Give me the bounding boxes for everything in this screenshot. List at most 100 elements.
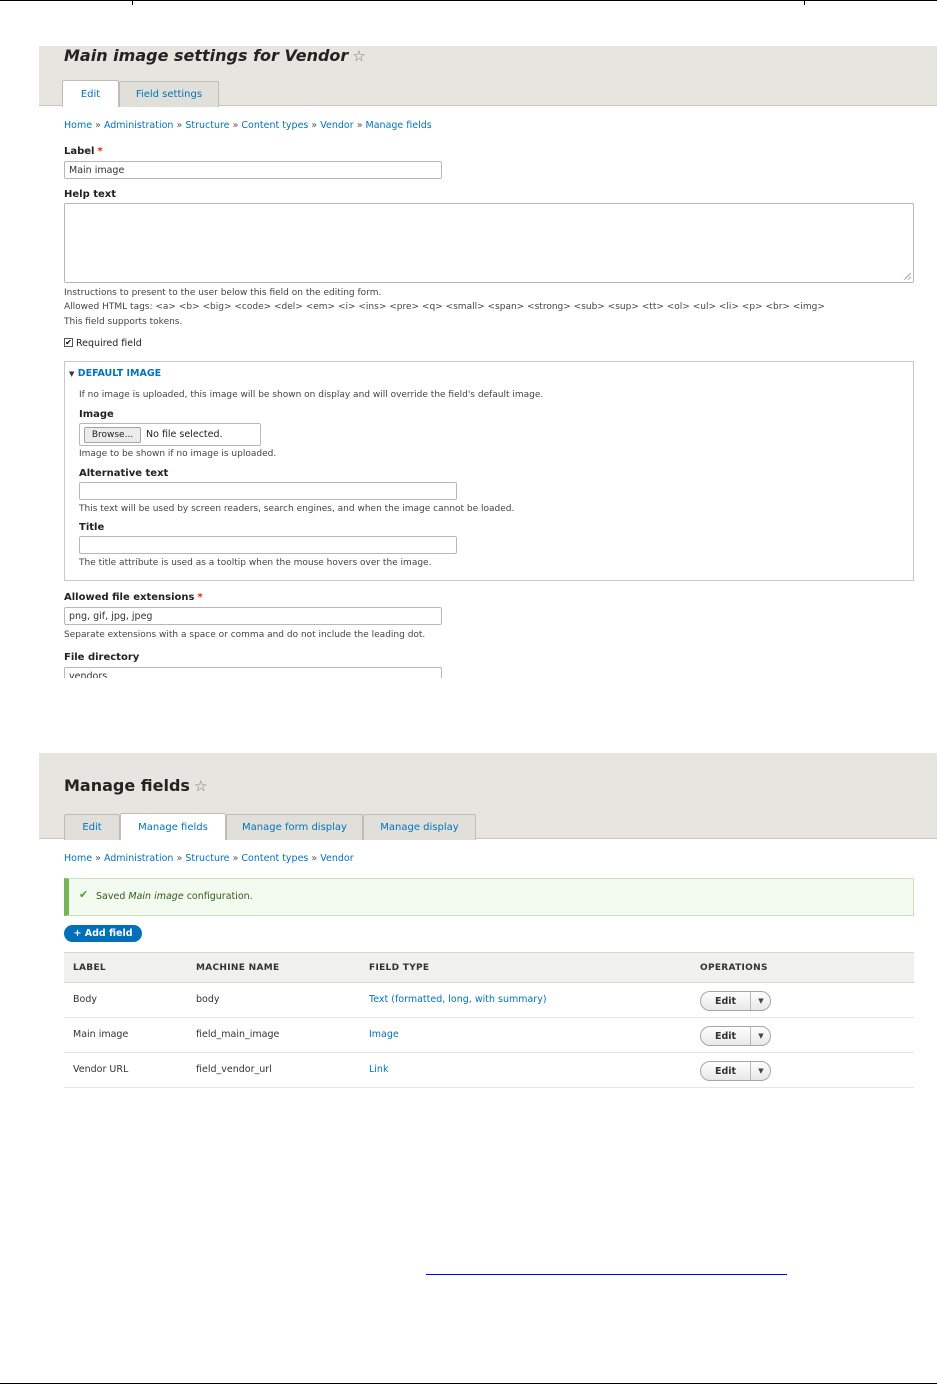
operations-dropbutton: Edit ▼ xyxy=(700,1026,771,1046)
field-machine-name: body xyxy=(196,994,220,1005)
title-prefix: Main image settings for xyxy=(64,46,285,65)
chevron-down-icon[interactable]: ▼ xyxy=(752,992,770,1010)
table-header: LABEL MACHINE NAME FIELD TYPE OPERATIONS xyxy=(64,952,914,983)
breadcrumb-home[interactable]: Home xyxy=(64,120,92,131)
page-header: Main image settings for Vendor ☆ Edit Fie… xyxy=(39,46,937,107)
page-title: Manage fields ☆ xyxy=(64,776,207,795)
page-title-text: Manage fields xyxy=(64,776,190,795)
alt-text-description: This text will be used by screen readers… xyxy=(79,504,515,514)
breadcrumb-home[interactable]: Home xyxy=(64,853,92,864)
required-label: Required field xyxy=(76,338,142,349)
breadcrumb-administration[interactable]: Administration xyxy=(104,853,174,864)
table-row: Main image field_main_image Image Edit ▼ xyxy=(64,1018,914,1053)
breadcrumb-vendor[interactable]: Vendor xyxy=(320,120,353,131)
image-description: Image to be shown if no image is uploade… xyxy=(79,449,277,459)
file-status: No file selected. xyxy=(146,429,223,440)
field-machine-name: field_vendor_url xyxy=(196,1064,272,1075)
title-entity: Vendor xyxy=(284,46,349,65)
allowed-html-tags: Allowed HTML tags: <a> <b> <big> <code> … xyxy=(64,302,825,312)
tab-manage-fields[interactable]: Manage fields xyxy=(120,813,226,840)
tab-edit[interactable]: Edit xyxy=(64,814,120,840)
page-top-rule xyxy=(0,0,937,1)
alt-text-input[interactable] xyxy=(79,482,457,500)
required-checkbox[interactable]: ✔ xyxy=(64,338,73,347)
table-row: Vendor URL field_vendor_url Link Edit ▼ xyxy=(64,1053,914,1088)
required-marker: * xyxy=(197,592,203,603)
breadcrumb-separator: » xyxy=(311,120,318,131)
edit-button[interactable]: Edit xyxy=(701,1027,751,1045)
message-prefix: Saved xyxy=(96,891,129,902)
column-header-field-type: FIELD TYPE xyxy=(369,963,430,973)
operations-dropbutton: Edit ▼ xyxy=(700,1061,771,1081)
browse-button[interactable]: Browse... xyxy=(84,427,141,443)
field-type-link[interactable]: Text (formatted, long, with summary) xyxy=(369,994,547,1005)
directory-label: File directory xyxy=(64,652,140,663)
resize-grip-icon[interactable] xyxy=(903,272,911,280)
help-text-textarea[interactable] xyxy=(64,203,914,283)
breadcrumb-structure[interactable]: Structure xyxy=(185,120,229,131)
page-tick xyxy=(132,0,133,5)
label-input[interactable]: Main image xyxy=(64,161,442,179)
breadcrumb-content-types[interactable]: Content types xyxy=(241,853,308,864)
chevron-down-icon[interactable]: ▼ xyxy=(752,1027,770,1045)
extensions-label: Allowed file extensions * xyxy=(64,592,203,603)
breadcrumb: Home » Administration » Structure » Cont… xyxy=(64,853,354,864)
label-text: Label xyxy=(64,146,95,157)
column-header-machine-name: MACHINE NAME xyxy=(196,963,280,973)
field-type-link[interactable]: Image xyxy=(369,1029,399,1040)
message-field-name: Main image xyxy=(128,891,184,902)
page-title: Main image settings for Vendor ☆ xyxy=(64,46,366,65)
column-header-operations: OPERATIONS xyxy=(700,963,768,973)
star-icon[interactable]: ☆ xyxy=(352,47,365,65)
add-field-button[interactable]: + Add field xyxy=(64,925,142,942)
breadcrumb-content-types[interactable]: Content types xyxy=(241,120,308,131)
breadcrumb-separator: » xyxy=(95,853,101,864)
summary-text: DEFAULT IMAGE xyxy=(77,368,162,379)
star-icon[interactable]: ☆ xyxy=(194,777,207,795)
help-text-label: Help text xyxy=(64,189,117,200)
field-settings-screenshot: Main image settings for Vendor ☆ Edit Fie… xyxy=(39,46,937,678)
tab-manage-display[interactable]: Manage display xyxy=(363,814,476,840)
breadcrumb-separator: » xyxy=(176,120,183,131)
field-label: Vendor URL xyxy=(73,1064,129,1075)
tab-field-settings[interactable]: Field settings xyxy=(119,81,219,107)
caret-down-icon: ▼ xyxy=(69,370,75,378)
column-header-label: LABEL xyxy=(73,963,106,973)
table-row: Body body Text (formatted, long, with su… xyxy=(64,983,914,1018)
image-label: Image xyxy=(79,409,114,420)
alt-text-label: Alternative text xyxy=(79,468,169,479)
breadcrumb-vendor[interactable]: Vendor xyxy=(320,853,353,864)
field-label: Main image xyxy=(73,1029,129,1040)
field-label: Body xyxy=(73,994,97,1005)
breadcrumb-separator: » xyxy=(232,853,239,864)
field-machine-name: field_main_image xyxy=(196,1029,280,1040)
title-label: Title xyxy=(79,522,105,533)
message-suffix: configuration. xyxy=(183,891,253,902)
default-image-summary[interactable]: ▼ DEFAULT IMAGE xyxy=(69,368,161,379)
edit-button[interactable]: Edit xyxy=(701,1062,751,1080)
breadcrumb: Home » Administration » Structure » Cont… xyxy=(64,120,432,131)
edit-button[interactable]: Edit xyxy=(701,992,751,1010)
footer-link-underline[interactable] xyxy=(426,1274,787,1275)
breadcrumb-manage-fields[interactable]: Manage fields xyxy=(366,120,432,131)
chevron-down-icon[interactable]: ▼ xyxy=(752,1062,770,1080)
status-message-text: Saved Main image configuration. xyxy=(96,891,253,902)
breadcrumb-structure[interactable]: Structure xyxy=(185,853,229,864)
tab-manage-form-display[interactable]: Manage form display xyxy=(226,814,363,840)
extensions-description: Separate extensions with a space or comm… xyxy=(64,630,426,640)
tab-edit[interactable]: Edit xyxy=(62,80,119,107)
breadcrumb-separator: » xyxy=(176,853,183,864)
extensions-label-text: Allowed file extensions xyxy=(64,592,195,603)
required-marker: * xyxy=(97,146,103,157)
title-input[interactable] xyxy=(79,536,457,554)
breadcrumb-administration[interactable]: Administration xyxy=(104,120,174,131)
breadcrumb-separator: » xyxy=(95,120,101,131)
field-type-link[interactable]: Link xyxy=(369,1064,388,1075)
directory-input[interactable]: vendors xyxy=(64,667,442,678)
page-tick xyxy=(804,0,805,5)
checkmark-icon: ✔ xyxy=(79,888,89,901)
image-file-input[interactable]: Browse... No file selected. xyxy=(79,423,261,446)
breadcrumb-separator: » xyxy=(311,853,318,864)
extensions-input[interactable]: png, gif, jpg, jpeg xyxy=(64,607,442,625)
label-field-label: Label * xyxy=(64,146,103,157)
